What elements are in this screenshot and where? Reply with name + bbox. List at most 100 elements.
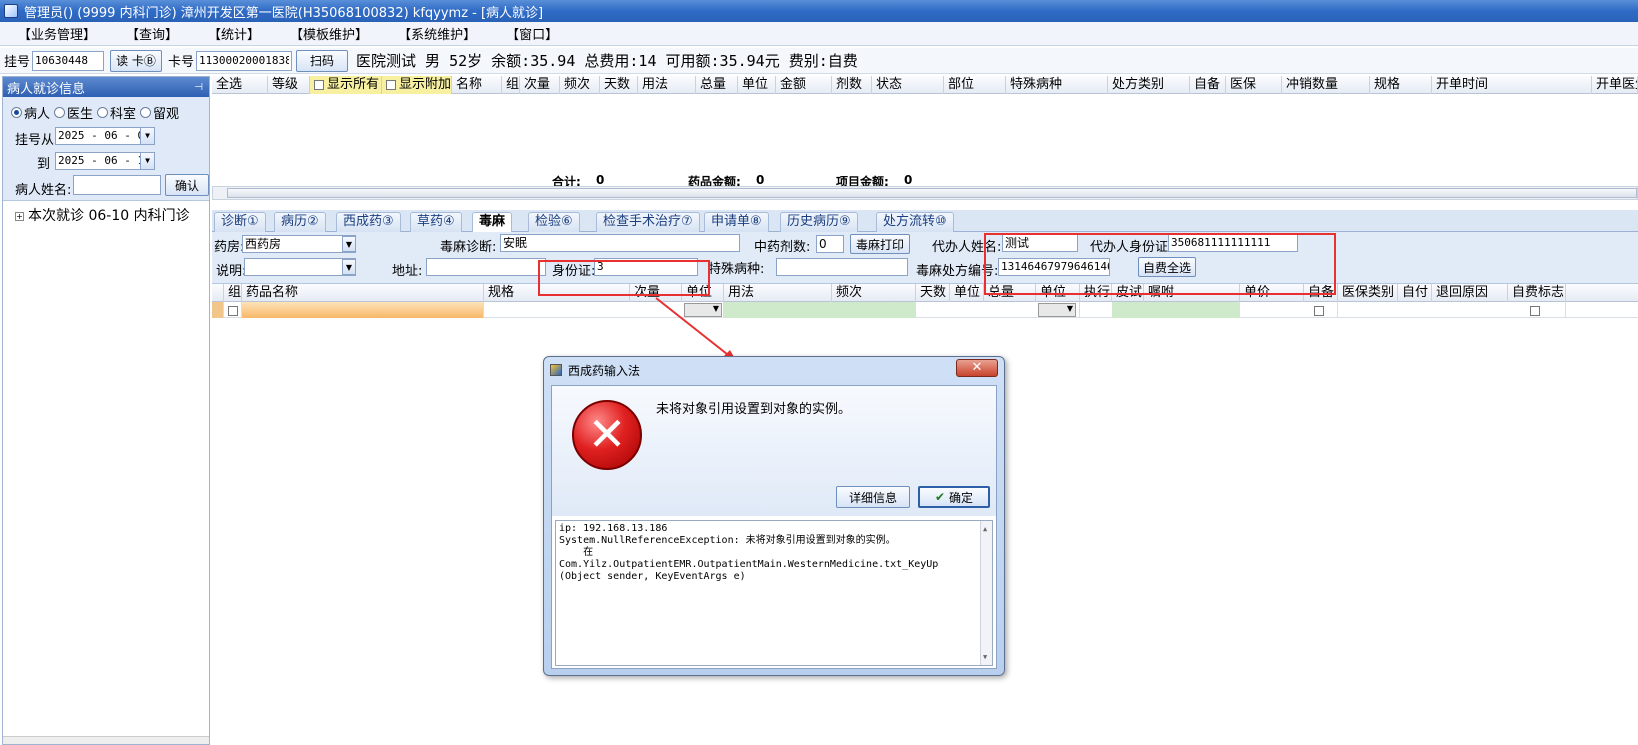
col-insurance-type: 医保类别: [1338, 284, 1398, 302]
checkmark-icon: ✔: [934, 490, 946, 504]
radio-doctor-label: 医生: [67, 107, 94, 122]
special-disease-input[interactable]: [776, 258, 908, 276]
col-self-pay: 自付: [1398, 284, 1432, 302]
show-all-checkbox[interactable]: 显示所有: [310, 76, 382, 94]
chevron-down-icon[interactable]: ▼: [342, 236, 356, 252]
scroll-thumb[interactable]: [227, 188, 1637, 198]
tab-request-form[interactable]: 申请单⑧: [704, 212, 769, 232]
col-offset-qty: 冲销数量: [1282, 76, 1370, 94]
left-horizontal-scrollbar[interactable]: [3, 736, 209, 744]
radio-doctor[interactable]: [54, 107, 66, 118]
tab-western-medicine[interactable]: 西成药③: [336, 212, 401, 232]
chevron-down-icon[interactable]: ▼: [140, 128, 154, 144]
tree-item-current-visit[interactable]: 本次就诊 06-10 内科门诊: [28, 208, 190, 224]
col-level: 等级: [268, 76, 310, 94]
tab-herbal[interactable]: 草药④: [410, 212, 462, 232]
tab-exam-surgery[interactable]: 检查手术治疗⑦: [596, 212, 700, 232]
checkbox-icon[interactable]: [228, 305, 238, 316]
tab-medical-record[interactable]: 病历②: [274, 212, 326, 232]
radio-department[interactable]: [97, 107, 109, 118]
details-button[interactable]: 详细信息: [836, 486, 910, 508]
dialog-message-area: ✕ 未将对象引用设置到对象的实例。 详细信息 ✔ 确定: [552, 386, 996, 516]
visit-tree: + 本次就诊 06-10 内科门诊: [3, 201, 209, 225]
scroll-down-icon[interactable]: ▼: [983, 651, 987, 663]
menu-query[interactable]: 【查询】: [116, 24, 198, 43]
menu-template[interactable]: 【模板维护】: [280, 24, 388, 43]
patient-toolbar: 挂号 读 卡Ⓑ 卡号 扫码 医院测试 男 52岁 余额:35.94 总费用:14…: [0, 48, 1638, 74]
ok-button[interactable]: ✔ 确定: [918, 486, 990, 508]
note-select[interactable]: [244, 258, 356, 276]
chevron-down-icon[interactable]: ▼: [342, 259, 356, 275]
scroll-up-icon[interactable]: ▲: [983, 523, 987, 535]
checkbox-icon[interactable]: [1314, 305, 1324, 316]
pin-icon[interactable]: ⊣: [194, 82, 203, 93]
checkbox-icon[interactable]: [1530, 305, 1540, 316]
chevron-down-icon[interactable]: ▼: [1038, 303, 1076, 317]
show-extra-checkbox[interactable]: 显示附加: [382, 76, 452, 94]
radio-patient[interactable]: [11, 107, 22, 118]
close-button[interactable]: ✕: [956, 359, 998, 377]
read-card-button[interactable]: 读 卡Ⓑ: [110, 49, 163, 72]
col-unit: 单位: [738, 76, 776, 94]
self-supplied-checkbox-cell[interactable]: [1304, 302, 1338, 318]
tab-diagnosis[interactable]: 诊断①: [214, 212, 266, 232]
narcotics-print-button[interactable]: 毒麻打印: [850, 234, 910, 254]
drug-name-cell[interactable]: [242, 302, 484, 318]
col-spec: 规格: [1370, 76, 1432, 94]
confirm-button[interactable]: 确认: [165, 174, 209, 196]
pharmacy-value: 西药房: [245, 237, 282, 251]
expand-icon[interactable]: +: [15, 211, 24, 221]
radio-observation-label: 留观: [153, 107, 180, 122]
skin-test-instructions-cell[interactable]: [1112, 302, 1240, 318]
col-doses: 剂数: [832, 76, 872, 94]
tab-narcotics[interactable]: 毒麻: [472, 212, 513, 232]
window-title: 管理员() (9999 内科门诊) 漳州开发区第一医院(H35068100832…: [24, 5, 544, 21]
error-icon: ✕: [572, 400, 642, 470]
menu-window[interactable]: 【窗口】: [496, 24, 578, 43]
radio-observation[interactable]: [140, 107, 152, 118]
note-label: 说明:: [216, 264, 247, 279]
narcotics-diagnosis-label: 毒麻诊断:: [440, 240, 497, 255]
date-to-picker[interactable]: 2025 - 06 - 10 ▼: [55, 152, 155, 170]
search-filters: 病人 医生 科室 留观 挂号从 2025 - 06 - 03 ▼ 到 2025 …: [3, 97, 209, 201]
usage-frequency-cell[interactable]: [724, 302, 916, 318]
menu-system[interactable]: 【系统维护】: [388, 24, 496, 43]
tab-strip: 诊断① 病历② 西成药③ 草药④ 毒麻 检验⑥ 检查手术治疗⑦ 申请单⑧ 历史病…: [212, 210, 1638, 232]
col-select-all[interactable]: 全选: [212, 76, 268, 94]
self-pay-flag-checkbox-cell[interactable]: [1508, 302, 1566, 318]
dialog-app-icon: [550, 364, 562, 376]
reg-no-label: 挂号: [4, 55, 31, 70]
order-grid-scrollbar[interactable]: [212, 186, 1638, 200]
col-drug-name: 药品名称: [242, 284, 484, 302]
pharmacy-select[interactable]: 西药房: [242, 235, 356, 253]
tab-lab-test[interactable]: 检验⑥: [528, 212, 580, 232]
chevron-down-icon[interactable]: ▼: [140, 153, 154, 169]
error-details-text[interactable]: ip: 192.168.13.186 System.NullReferenceE…: [555, 520, 993, 666]
group-checkbox-cell[interactable]: [224, 302, 242, 318]
details-vertical-scrollbar[interactable]: ▲ ▼: [980, 521, 992, 665]
row-indicator: [212, 302, 224, 318]
col-days-unit: 单位: [950, 284, 984, 302]
patient-visit-panel: 病人就诊信息 ⊣ 病人 医生 科室 留观 挂号从 2025 - 06 - 03 …: [2, 76, 210, 745]
item-amount-value: 0: [904, 173, 913, 187]
total-unit-dropdown-cell[interactable]: ▼: [1036, 302, 1080, 318]
menu-bar: 【业务管理】 【查询】 【统计】 【模板维护】 【系统维护】 【窗口】: [0, 22, 1638, 46]
show-all-label: 显示所有: [327, 77, 380, 92]
reg-no-input[interactable]: [32, 50, 105, 71]
address-input[interactable]: [426, 258, 546, 276]
special-disease-label: 特殊病种:: [708, 262, 765, 277]
patient-name-input[interactable]: [73, 175, 161, 195]
tab-history[interactable]: 历史病历⑨: [780, 212, 858, 232]
scan-button[interactable]: 扫码: [296, 49, 349, 72]
card-no-input[interactable]: [196, 50, 293, 71]
col-site: 部位: [944, 76, 1006, 94]
date-from-picker[interactable]: 2025 - 06 - 03 ▼: [55, 127, 155, 145]
sum-value: 0: [596, 173, 605, 187]
drug-grid-row[interactable]: ▼ ▼: [212, 302, 1638, 318]
herb-doses-stepper[interactable]: 0: [816, 235, 844, 253]
tab-rx-transfer[interactable]: 处方流转⑩: [876, 212, 954, 232]
menu-business[interactable]: 【业务管理】: [8, 24, 116, 43]
totals-row: 合计: 0 药品金额: 0 项目金额: 0: [212, 173, 1638, 189]
menu-stats[interactable]: 【统计】: [198, 24, 280, 43]
narcotics-diagnosis-input[interactable]: 安眠: [500, 234, 740, 252]
